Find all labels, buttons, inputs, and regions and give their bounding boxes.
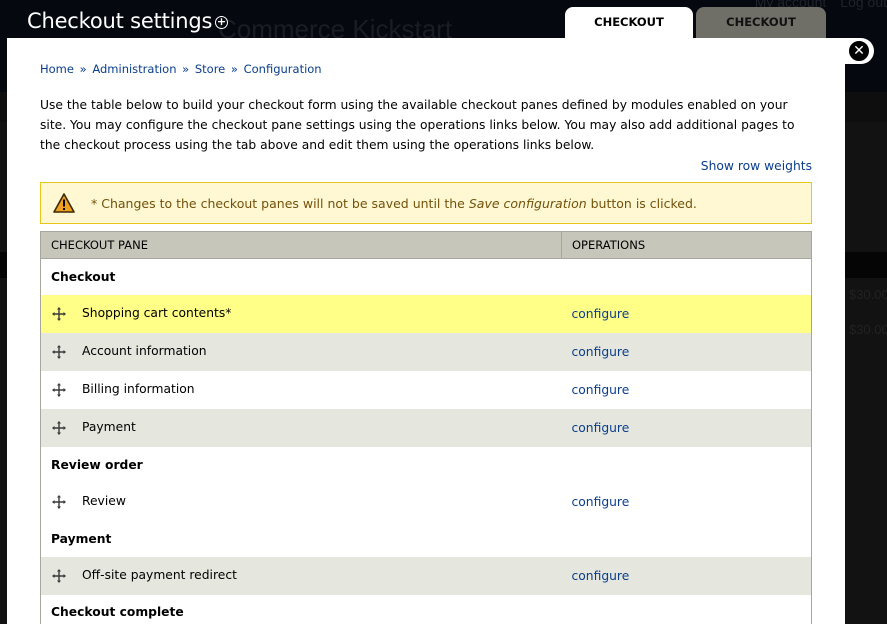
column-header-checkout-pane: CHECKOUT PANE xyxy=(40,231,562,259)
checkout-panes-table: CHECKOUT PANE OPERATIONS Checkout Shoppi… xyxy=(40,231,812,624)
region-label: Checkout xyxy=(40,258,812,295)
overlay-title: Checkout settings xyxy=(27,9,213,33)
tab-checkout-form[interactable]: CHECKOUT FORM xyxy=(565,7,693,60)
pane-label: Payment xyxy=(82,420,136,435)
breadcrumb-home[interactable]: Home xyxy=(40,62,74,76)
configure-link[interactable]: configure xyxy=(572,495,630,509)
overlay-tabs: CHECKOUT FORM CHECKOUT RULES xyxy=(565,7,826,60)
operations-cell: configure xyxy=(561,294,812,333)
close-icon[interactable]: ✕ xyxy=(849,41,869,61)
warning-text: * Changes to the checkout panes will not… xyxy=(91,196,697,211)
table-header-row: CHECKOUT PANE OPERATIONS xyxy=(40,231,812,259)
add-shortcut-icon[interactable]: + xyxy=(215,16,228,29)
table-row: Review configure xyxy=(40,482,812,521)
configure-link[interactable]: configure xyxy=(572,569,630,583)
warning-text-prefix: * Changes to the checkout panes will not… xyxy=(91,195,469,211)
configure-link[interactable]: configure xyxy=(572,345,630,359)
breadcrumb-separator: » xyxy=(230,62,238,76)
column-header-operations: OPERATIONS xyxy=(561,231,812,259)
row-weights-toggle-container: Show row weights xyxy=(40,156,812,176)
table-row: Off-site payment redirect configure xyxy=(40,556,812,595)
show-row-weights-link[interactable]: Show row weights xyxy=(701,159,812,173)
warning-message: * Changes to the checkout panes will not… xyxy=(40,182,812,224)
region-row: Checkout complete xyxy=(40,594,812,624)
drag-handle-icon[interactable] xyxy=(52,344,66,359)
pane-cell: Account information xyxy=(40,332,562,371)
configure-link[interactable]: configure xyxy=(572,383,630,397)
tab-checkout-rules[interactable]: CHECKOUT RULES xyxy=(696,7,826,60)
breadcrumb-separator: » xyxy=(182,62,190,76)
warning-icon xyxy=(53,193,75,213)
region-label: Review order xyxy=(40,446,812,483)
region-label: Checkout complete xyxy=(40,594,812,624)
drag-handle-icon[interactable] xyxy=(52,420,66,435)
operations-cell: configure xyxy=(561,408,812,447)
table-row: Payment configure xyxy=(40,408,812,447)
breadcrumb-separator: » xyxy=(79,62,87,76)
region-row: Review order xyxy=(40,446,812,483)
pane-cell: Billing information xyxy=(40,370,562,409)
changed-marker: * xyxy=(225,306,232,321)
drag-handle-icon[interactable] xyxy=(52,382,66,397)
operations-cell: configure xyxy=(561,556,812,595)
pane-label: Billing information xyxy=(82,382,195,397)
logout-link: Log out xyxy=(840,0,887,10)
pane-label: Off-site payment redirect xyxy=(82,568,237,583)
configure-link[interactable]: configure xyxy=(572,307,630,321)
background-price: $30.00 xyxy=(849,287,887,302)
region-row: Payment xyxy=(40,520,812,557)
background-price: $30.00 xyxy=(849,322,887,337)
breadcrumb-configuration[interactable]: Configuration xyxy=(244,62,322,76)
drag-handle-icon[interactable] xyxy=(52,494,66,509)
table-row: Shopping cart contents* configure xyxy=(40,294,812,333)
warning-text-suffix: button is clicked. xyxy=(586,195,697,211)
drag-handle-icon[interactable] xyxy=(52,568,66,583)
operations-cell: configure xyxy=(561,482,812,521)
warning-text-emphasis: Save configuration xyxy=(468,195,587,211)
pane-cell: Shopping cart contents* xyxy=(40,294,562,333)
operations-cell: configure xyxy=(561,370,812,409)
page-description: Use the table below to build your checko… xyxy=(40,98,795,152)
table-row: Account information configure xyxy=(40,332,812,371)
breadcrumb-administration[interactable]: Administration xyxy=(92,62,176,76)
breadcrumb: Home » Administration » Store » Configur… xyxy=(40,62,812,76)
table-body: Checkout Shopping cart contents* configu… xyxy=(40,258,812,624)
region-row: Checkout xyxy=(40,258,812,295)
pane-label: Account information xyxy=(82,344,207,359)
overlay-content: Home » Administration » Store » Configur… xyxy=(7,38,845,624)
pane-label: Review xyxy=(82,494,126,509)
table-row: Billing information configure xyxy=(40,370,812,409)
breadcrumb-store[interactable]: Store xyxy=(195,62,225,76)
region-label: Payment xyxy=(40,520,812,557)
pane-cell: Review xyxy=(40,482,562,521)
drag-handle-icon[interactable] xyxy=(52,306,66,321)
pane-label: Shopping cart contents xyxy=(82,306,226,321)
configure-link[interactable]: configure xyxy=(572,421,630,435)
pane-cell: Payment xyxy=(40,408,562,447)
pane-cell: Off-site payment redirect xyxy=(40,556,562,595)
operations-cell: configure xyxy=(561,332,812,371)
